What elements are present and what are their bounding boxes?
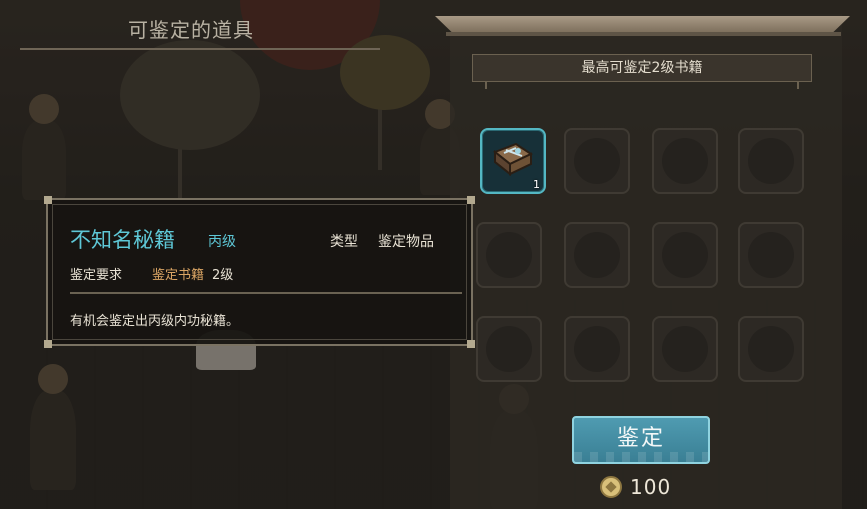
item-slot[interactable] xyxy=(652,128,718,194)
identify-button[interactable]: 鉴定 xyxy=(572,416,710,464)
identify-cost: 100 xyxy=(600,474,671,500)
cost-value: 100 xyxy=(630,475,672,499)
item-slot[interactable] xyxy=(476,316,542,382)
item-slot[interactable] xyxy=(652,222,718,288)
coin-icon xyxy=(600,476,622,498)
max-level-banner: 最高可鉴定2级书籍 xyxy=(472,54,812,89)
item-grade: 丙级 xyxy=(208,234,236,250)
identifiable-items-title: 可鉴定的道具 xyxy=(128,18,254,42)
item-type-label: 类型 xyxy=(330,234,358,250)
item-slot[interactable] xyxy=(564,128,630,194)
requirement-value: 鉴定书籍 xyxy=(152,268,205,283)
item-tooltip: 不知名秘籍 丙级 类型 鉴定物品 鉴定要求 鉴定书籍 2级 有机会鉴定出丙级内功… xyxy=(44,196,475,348)
item-slot[interactable] xyxy=(476,222,542,288)
item-slot[interactable] xyxy=(738,222,804,288)
item-name: 不知名秘籍 xyxy=(70,228,175,252)
item-slot[interactable] xyxy=(652,316,718,382)
item-type-value: 鉴定物品 xyxy=(378,234,434,250)
book-icon xyxy=(493,142,534,177)
item-grid: 1 xyxy=(476,128,812,388)
item-slot[interactable]: 1 xyxy=(480,128,546,194)
requirement-label: 鉴定要求 xyxy=(70,268,123,283)
item-slot[interactable] xyxy=(564,222,630,288)
panel-top-rail-inner xyxy=(446,32,841,36)
title-divider xyxy=(20,48,380,50)
item-slot[interactable] xyxy=(738,316,804,382)
panel-top-rail xyxy=(435,16,850,32)
item-slot[interactable] xyxy=(738,128,804,194)
item-description: 有机会鉴定出丙级内功秘籍。 xyxy=(70,314,240,329)
requirement-level: 2级 xyxy=(212,268,234,283)
item-count: 1 xyxy=(533,178,540,191)
item-slot[interactable] xyxy=(564,316,630,382)
tooltip-divider xyxy=(70,292,462,294)
